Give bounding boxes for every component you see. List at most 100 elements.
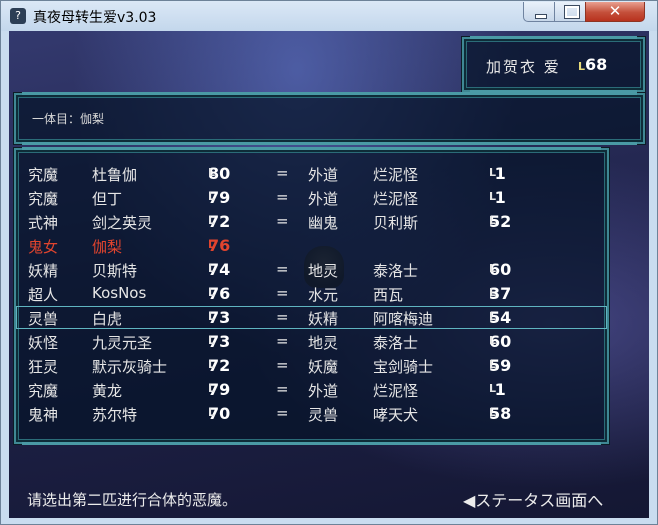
fusion-list-row[interactable]: 灵兽 白虎 L 73 = 妖精 阿喀梅迪 L 54 [16, 306, 607, 329]
equals-sign: = [276, 308, 289, 326]
race-a: 究魔 [28, 166, 59, 184]
fusion-list-row[interactable]: 究魔 但丁 L 79 = 外道 烂泥怪 L 1 [16, 186, 607, 209]
race-b: 灵兽 [308, 406, 339, 424]
first-demon-label: 一体目：伽梨 [32, 112, 105, 126]
level-prefix: L [208, 286, 216, 299]
game-screen: 加贺衣 爱 L68 一体目：伽梨 究魔 杜鲁伽 L 80 = 外道 烂泥怪 L 1 究魔 但丁 L 7… [9, 31, 649, 518]
demon-b-name: 泰洛士 [373, 334, 419, 352]
demon-b-level: L 37 [489, 284, 511, 303]
equals-sign: = [276, 380, 289, 398]
demon-a-name: 苏尔特 [92, 406, 138, 424]
demon-a-name: 但丁 [92, 190, 123, 208]
demon-a-level: L 73 [208, 308, 230, 327]
race-b: 外道 [308, 190, 339, 208]
level-prefix: L [489, 382, 497, 395]
race-a: 灵兽 [28, 310, 59, 328]
fusion-list-row[interactable]: 究魔 杜鲁伽 L 80 = 外道 烂泥怪 L 1 [16, 162, 607, 185]
window-title: 真夜母转生爱v3.03 [33, 10, 157, 26]
level-prefix: L [208, 190, 216, 203]
demon-a-level: L 74 [208, 260, 230, 279]
maximize-button[interactable] [554, 2, 586, 22]
game-window: ? 真夜母转生爱v3.03 ✕ 加贺衣 爱 L68 一体目：伽梨 究魔 杜鲁伽 L 8… [0, 0, 658, 525]
player-status-panel: 加贺衣 爱 L68 [462, 36, 645, 93]
level-prefix: L [208, 238, 216, 251]
demon-b-level: L 60 [489, 260, 511, 279]
demon-a-level: L 76 [208, 284, 230, 303]
demon-a-name: 白虎 [92, 310, 123, 328]
level-prefix: L [489, 334, 497, 347]
maximize-icon [564, 5, 580, 19]
race-b: 外道 [308, 166, 339, 184]
race-b: 妖精 [308, 310, 339, 328]
demon-a-name: 伽梨 [92, 238, 123, 256]
demon-b-level: L 1 [489, 188, 506, 207]
level-prefix: L [208, 166, 216, 179]
player-name: 加贺衣 爱 [486, 58, 561, 76]
race-a: 超人 [28, 286, 59, 304]
demon-a-name: 杜鲁伽 [92, 166, 138, 184]
fusion-list-row[interactable]: 超人 KosNos L 76 = 水元 西瓦 L 37 [16, 282, 607, 305]
equals-sign: = [276, 212, 289, 230]
equals-sign: = [276, 164, 289, 182]
demon-a-level: L 72 [208, 212, 230, 231]
fusion-list-row[interactable]: 妖精 贝斯特 L 74 = 地灵 泰洛士 L 60 [16, 258, 607, 281]
player-level-value: 68 [585, 55, 608, 74]
first-demon-panel: 一体目：伽梨 [14, 92, 645, 145]
minimize-button[interactable] [523, 2, 555, 22]
demon-b-name: 烂泥怪 [373, 166, 419, 184]
fusion-list-row[interactable]: 式神 剑之英灵 L 72 = 幽鬼 贝利斯 L 52 [16, 210, 607, 233]
demon-a-level: L 70 [208, 404, 230, 423]
level-prefix: L [489, 166, 497, 179]
fusion-list-panel: 究魔 杜鲁伽 L 80 = 外道 烂泥怪 L 1 究魔 但丁 L 79 = 外道 烂泥怪 L 1 式神 剑之英灵 L… [14, 147, 609, 445]
level-prefix: L [489, 406, 497, 419]
fusion-list-row[interactable]: 鬼女 伽梨 L 76 [16, 234, 607, 257]
app-icon[interactable]: ? [10, 8, 26, 24]
fusion-list-row[interactable]: 究魔 黄龙 L 79 = 外道 烂泥怪 L 1 [16, 378, 607, 401]
equals-sign: = [276, 188, 289, 206]
demon-b-level: L 1 [489, 380, 506, 399]
level-prefix: L [208, 310, 216, 323]
race-a: 式神 [28, 214, 59, 232]
minimize-icon [535, 14, 547, 19]
player-level: L68 [578, 55, 607, 74]
demon-b-level: L 59 [489, 356, 511, 375]
level-prefix: L [489, 190, 497, 203]
title-bar: ? 真夜母转生爱v3.03 ✕ [1, 1, 657, 31]
instruction-text: 请选出第二匹进行合体的恶魔。 [27, 491, 238, 509]
demon-b-name: 贝利斯 [373, 214, 419, 232]
demon-b-level: L 1 [489, 164, 506, 183]
demon-a-level: L 76 [208, 236, 230, 255]
level-prefix: L [489, 286, 497, 299]
race-a: 究魔 [28, 382, 59, 400]
race-a: 狂灵 [28, 358, 59, 376]
level-prefix: L [208, 262, 216, 275]
race-a: 妖精 [28, 262, 59, 280]
demon-b-name: 泰洛士 [373, 262, 419, 280]
equals-sign: = [276, 404, 289, 422]
status-screen-link[interactable]: ◀ステータス画面へ [463, 487, 603, 511]
equals-sign: = [276, 356, 289, 374]
demon-b-level: L 52 [489, 212, 511, 231]
level-prefix: L [489, 262, 497, 275]
demon-a-name: 剑之英灵 [92, 214, 153, 232]
level-prefix: L [208, 382, 216, 395]
fusion-list-row[interactable]: 妖怪 九灵元圣 L 73 = 地灵 泰洛士 L 60 [16, 330, 607, 353]
race-b: 幽鬼 [308, 214, 339, 232]
level-prefix: L [208, 334, 216, 347]
demon-b-name: 阿喀梅迪 [373, 310, 434, 328]
demon-b-name: 哮天犬 [373, 406, 419, 424]
equals-sign: = [276, 260, 289, 278]
race-b: 地灵 [308, 262, 339, 280]
close-button[interactable]: ✕ [585, 2, 645, 22]
level-prefix: L [489, 214, 497, 227]
level-prefix: L [208, 214, 216, 227]
demon-a-level: L 80 [208, 164, 230, 183]
fusion-list-row[interactable]: 狂灵 默示灰骑士 L 72 = 妖魔 宝剑骑士 L 59 [16, 354, 607, 377]
demon-a-name: 九灵元圣 [92, 334, 153, 352]
demon-a-level: L 73 [208, 332, 230, 351]
demon-b-level: L 54 [489, 308, 511, 327]
race-b: 水元 [308, 286, 339, 304]
level-prefix: L [208, 406, 216, 419]
fusion-list-row[interactable]: 鬼神 苏尔特 L 70 = 灵兽 哮天犬 L 58 [16, 402, 607, 425]
demon-b-name: 烂泥怪 [373, 190, 419, 208]
